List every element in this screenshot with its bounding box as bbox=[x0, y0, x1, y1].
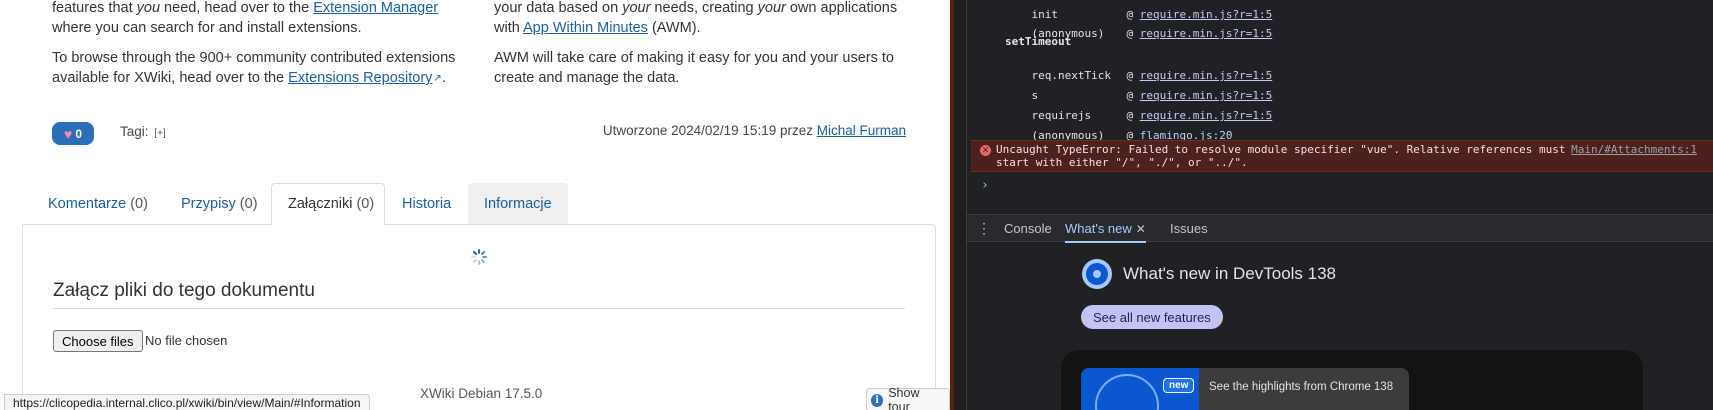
tab-console[interactable]: Console bbox=[1004, 221, 1052, 236]
awm-paragraph: your data based on your needs, creating … bbox=[494, 0, 898, 36]
error-icon: ✕ bbox=[980, 145, 991, 156]
author-link[interactable]: Michal Furman bbox=[817, 123, 906, 138]
document-tabs: Komentarze (0) Przypisy (0) Załączniki (0) … bbox=[22, 183, 934, 225]
highlight-text: See the highlights from Chrome 138 bbox=[1209, 381, 1394, 393]
no-file-label: No file chosen bbox=[145, 333, 228, 348]
chrome-devtools-logo bbox=[1082, 259, 1112, 289]
tab-comments[interactable]: Komentarze (0) bbox=[32, 183, 164, 225]
console-prompt-icon[interactable]: › bbox=[981, 178, 989, 193]
status-bar-url: https://clicopedia.internal.clico.pl/xwi… bbox=[4, 394, 370, 410]
devtools-drawer-tabs: ⋮ Console What's new ✕ Issues bbox=[967, 214, 1713, 243]
attachments-panel: Załącz pliki do tego dokumentu Choose fi… bbox=[22, 224, 936, 410]
intro-column-left: features that you need, head over to the… bbox=[52, 0, 462, 99]
app-within-minutes-link[interactable]: App Within Minutes bbox=[523, 20, 648, 36]
info-icon: i bbox=[871, 393, 884, 407]
error-source-link[interactable]: Main/#Attachments:1 bbox=[1571, 143, 1697, 156]
highlight-video-link[interactable]: new See the highlights from Chrome 138 bbox=[1081, 368, 1409, 410]
close-icon[interactable]: ✕ bbox=[1136, 222, 1146, 236]
devtools-splitter[interactable] bbox=[954, 0, 967, 410]
tags: Tagi: [+] bbox=[120, 124, 166, 139]
tab-whats-new[interactable]: What's new ✕ bbox=[1065, 221, 1146, 243]
console-error-row[interactable]: ✕ Uncaught TypeError: Failed to resolve … bbox=[971, 140, 1713, 172]
external-link-icon: ↗ bbox=[433, 73, 442, 84]
add-tag-button[interactable]: [+] bbox=[154, 128, 165, 139]
attachments-heading: Załącz pliki do tego dokumentu bbox=[53, 280, 905, 309]
error-message: Uncaught TypeError: Failed to resolve mo… bbox=[996, 143, 1566, 169]
whats-new-card: new See the highlights from Chrome 138 bbox=[1061, 350, 1643, 410]
tab-annotations[interactable]: Przypisy (0) bbox=[165, 183, 274, 225]
extensions-repository-link[interactable]: Extensions Repository bbox=[288, 70, 432, 86]
choose-files-button[interactable]: Choose files bbox=[53, 330, 143, 352]
like-button[interactable]: ♥ 0 bbox=[52, 122, 94, 145]
like-count: 0 bbox=[75, 126, 82, 141]
repository-paragraph: To browse through the 900+ community con… bbox=[52, 50, 456, 86]
tab-history[interactable]: Historia bbox=[386, 183, 467, 225]
heart-icon: ♥ bbox=[64, 125, 73, 142]
see-all-features-button[interactable]: See all new features bbox=[1081, 305, 1223, 329]
tags-label: Tagi: bbox=[120, 124, 149, 139]
xwiki-page: features that you need, head over to the… bbox=[0, 0, 950, 410]
awm-data-paragraph: AWM will take care of making it easy for… bbox=[494, 50, 894, 86]
intro-column-right: your data based on your needs, creating … bbox=[494, 0, 914, 98]
tab-attachments[interactable]: Załączniki (0) bbox=[271, 183, 385, 225]
created-info: Utworzone 2024/02/19 15:19 przez Michal … bbox=[602, 123, 906, 138]
extensions-paragraph: features that you need, head over to the… bbox=[52, 0, 439, 36]
whats-new-title: What's new in DevTools 138 bbox=[1123, 264, 1337, 283]
new-badge: new bbox=[1163, 378, 1195, 393]
extension-manager-link[interactable]: Extension Manager bbox=[313, 0, 438, 16]
async-boundary-label: setTimeout bbox=[1005, 35, 1072, 48]
footer-version: XWiki Debian 17.5.0 bbox=[420, 386, 543, 401]
tab-information[interactable]: Informacje bbox=[468, 183, 568, 225]
devtools-panel: init @ require.min.js?r=1:5 (anonymous) @ … bbox=[967, 0, 1713, 410]
more-options-icon[interactable]: ⋮ bbox=[977, 220, 991, 237]
stack-frame-link[interactable]: require.min.js?r=1:5 bbox=[1140, 27, 1272, 40]
show-tour-button[interactable]: i Show tour bbox=[866, 386, 950, 410]
loading-spinner-icon bbox=[471, 249, 487, 265]
tab-issues[interactable]: Issues bbox=[1170, 221, 1208, 236]
